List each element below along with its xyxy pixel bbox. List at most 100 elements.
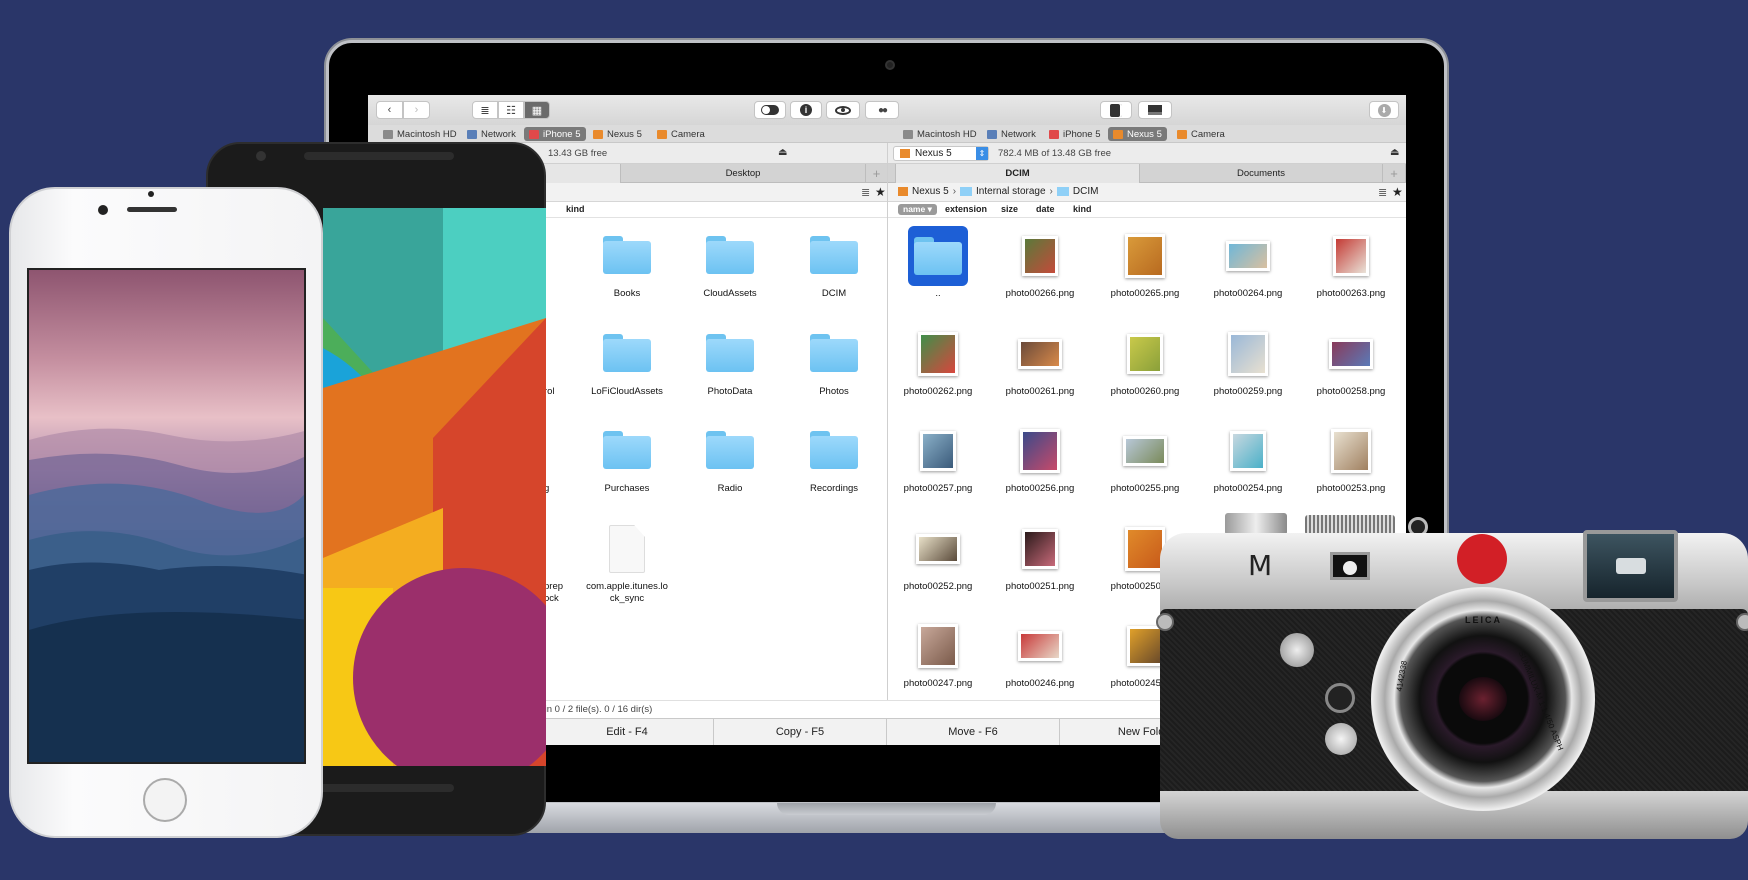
find-button[interactable]: ●● [865, 101, 899, 119]
file-label[interactable]: photo00247.png [886, 678, 990, 690]
device-nexus-5[interactable]: Nexus 5 [1108, 127, 1167, 141]
file-label[interactable]: photo00258.png [1299, 386, 1403, 398]
file-label[interactable]: photo00257.png [886, 483, 990, 495]
photo-thumbnail[interactable] [1018, 339, 1062, 369]
back-button[interactable]: ‹ [376, 101, 403, 119]
file-label[interactable]: Purchases [575, 483, 679, 495]
device-network[interactable]: Network [982, 127, 1041, 141]
photo-thumbnail[interactable] [1329, 339, 1373, 369]
right-column-size[interactable]: size [1001, 204, 1018, 214]
photo-thumbnail[interactable] [920, 431, 956, 471]
edit-button[interactable]: Edit - F4 [541, 719, 714, 745]
photo-thumbnail[interactable] [916, 534, 960, 564]
right-column-name[interactable]: name ▾ [898, 204, 937, 215]
file-label[interactable]: photo00253.png [1299, 483, 1403, 495]
file-label[interactable]: Radio [678, 483, 782, 495]
list-view-button[interactable]: ≣ [472, 101, 498, 119]
archive-button[interactable] [1100, 101, 1132, 119]
forward-button[interactable]: › [403, 101, 430, 119]
right-column-kind[interactable]: kind [1073, 204, 1092, 214]
speed-dial[interactable] [1305, 515, 1395, 535]
tab-dcim[interactable]: DCIM [895, 164, 1140, 183]
network-share-button[interactable] [1138, 101, 1172, 119]
frame-selector[interactable] [1325, 683, 1355, 713]
photo-thumbnail[interactable] [1020, 429, 1060, 473]
right-column-extension[interactable]: extension [945, 204, 987, 214]
pane-divider[interactable] [887, 143, 888, 718]
left-menu-icon[interactable]: ≣ [861, 186, 870, 199]
photo-thumbnail[interactable] [1331, 429, 1371, 473]
device-macintosh-hd[interactable]: Macintosh HD [898, 127, 982, 141]
file-label[interactable]: photo00263.png [1299, 288, 1403, 300]
file-label[interactable]: photo00255.png [1093, 483, 1197, 495]
file-label[interactable]: LoFiCloudAssets [575, 386, 679, 398]
shutter-dial[interactable] [1225, 513, 1287, 535]
right-eject-icon[interactable]: ⏏ [1390, 147, 1399, 158]
photo-thumbnail[interactable] [1022, 236, 1058, 276]
left-column-kind[interactable]: kind [566, 204, 585, 214]
file-label[interactable]: Photos [782, 386, 886, 398]
photo-thumbnail[interactable] [918, 332, 958, 376]
photo-thumbnail[interactable] [1228, 332, 1268, 376]
parent-folder-selected[interactable] [908, 226, 968, 286]
lens-release-button[interactable] [1325, 723, 1357, 755]
photo-thumbnail[interactable] [1226, 241, 1270, 271]
file-label[interactable]: photo00261.png [988, 386, 1092, 398]
photo-thumbnail[interactable] [1125, 527, 1165, 571]
file-label[interactable]: DCIM [782, 288, 886, 300]
info-button[interactable]: i [790, 101, 822, 119]
breadcrumb-item[interactable]: DCIM [1073, 186, 1099, 197]
device-network[interactable]: Network [462, 127, 521, 141]
move-button[interactable]: Move - F6 [887, 719, 1060, 745]
file-label[interactable]: photo00266.png [988, 288, 1092, 300]
device-camera[interactable]: Camera [652, 127, 710, 141]
file-label[interactable]: photo00260.png [1093, 386, 1197, 398]
file-label[interactable]: CloudAssets [678, 288, 782, 300]
left-eject-icon[interactable]: ⏏ [778, 147, 787, 158]
photo-thumbnail[interactable] [1125, 234, 1165, 278]
file-label[interactable]: photo00251.png [988, 581, 1092, 593]
right-device-select[interactable]: Nexus 5 ⇕ [893, 146, 989, 161]
photo-thumbnail[interactable] [1123, 436, 1167, 466]
icon-view-button[interactable]: ▦ [524, 101, 550, 119]
file-label[interactable]: Books [575, 288, 679, 300]
device-camera[interactable]: Camera [1172, 127, 1230, 141]
file-label[interactable]: photo00264.png [1196, 288, 1300, 300]
photo-thumbnail[interactable] [1127, 334, 1163, 374]
file-label[interactable]: photo00259.png [1196, 386, 1300, 398]
toggle-hidden-button[interactable] [754, 101, 786, 119]
photo-thumbnail[interactable] [1127, 626, 1163, 666]
copy-button[interactable]: Copy - F5 [714, 719, 887, 745]
breadcrumb-item[interactable]: Nexus 5 [912, 186, 949, 197]
photo-thumbnail[interactable] [1230, 431, 1266, 471]
device-iphone-5[interactable]: iPhone 5 [1044, 127, 1106, 141]
quick-look-button[interactable] [826, 101, 860, 119]
photo-thumbnail[interactable] [1333, 236, 1369, 276]
file-label[interactable]: .. [886, 288, 990, 300]
device-macintosh-hd[interactable]: Macintosh HD [378, 127, 462, 141]
detail-view-button[interactable]: ☷ [498, 101, 524, 119]
right-add-tab-button[interactable]: + [1383, 164, 1406, 183]
left-add-tab-button[interactable]: + [866, 164, 888, 183]
device-nexus-5[interactable]: Nexus 5 [588, 127, 647, 141]
device-iphone-5[interactable]: iPhone 5 [524, 127, 586, 141]
photo-thumbnail[interactable] [1018, 631, 1062, 661]
file-label[interactable]: photo00262.png [886, 386, 990, 398]
photo-thumbnail[interactable] [918, 624, 958, 668]
right-menu-icon[interactable]: ≣ [1378, 186, 1387, 199]
right-column-date[interactable]: date [1036, 204, 1055, 214]
tab-documents[interactable]: Documents [1140, 164, 1383, 183]
file-label[interactable]: photo00252.png [886, 581, 990, 593]
home-button[interactable] [143, 778, 187, 822]
photo-thumbnail[interactable] [1022, 529, 1058, 569]
file-label[interactable]: com.apple.itunes.lo ck_sync [575, 581, 679, 605]
file-label[interactable]: PhotoData [678, 386, 782, 398]
file-label[interactable]: photo00254.png [1196, 483, 1300, 495]
file-label[interactable]: photo00256.png [988, 483, 1092, 495]
download-button[interactable]: ⬇ [1369, 101, 1399, 119]
right-favorite-icon[interactable]: ★ [1392, 185, 1403, 199]
tab-desktop[interactable]: Desktop [621, 164, 866, 183]
lens[interactable]: LEICA SUMMILUX-M 1:1.4/50 ASPH 4142338 [1371, 587, 1595, 811]
file-label[interactable]: photo00265.png [1093, 288, 1197, 300]
focus-button[interactable] [1280, 633, 1314, 667]
